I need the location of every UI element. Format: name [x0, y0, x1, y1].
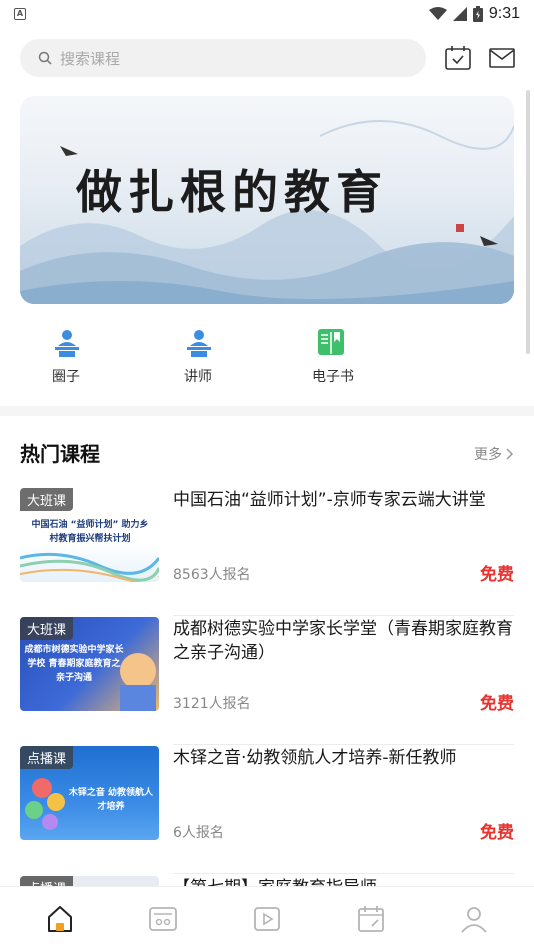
bottom-tab-bar: [0, 886, 534, 950]
course-item[interactable]: 成都市树德实验中学家长学校 青春期家庭教育之亲子沟通 大班课 成都树德实验中学家…: [20, 617, 514, 745]
tab-profile[interactable]: [444, 899, 504, 939]
more-label: 更多: [474, 447, 502, 463]
tab-video[interactable]: [237, 899, 297, 939]
course-thumbnail: 中国石油 “益师计划” 助力乡村教育振兴帮扶计划 大班课: [20, 488, 159, 582]
quick-nav: 圈子 讲师 电子书: [20, 328, 416, 386]
nav-label-ebook: 电子书: [312, 369, 354, 385]
course-title: 中国石油“益师计划”-京师专家云端大讲堂: [173, 490, 486, 510]
mail-icon[interactable]: [489, 46, 515, 70]
battery-icon: [472, 6, 483, 22]
course-title: 木铎之音·幼教领航人才培养-新任教师: [173, 748, 457, 768]
course-tag: 大班课: [20, 617, 74, 640]
course-enrolled: 8563人报名: [173, 567, 251, 583]
tab-home[interactable]: [30, 899, 90, 939]
nav-label-circle: 圈子: [52, 369, 80, 385]
user-podium-icon: [55, 330, 79, 357]
nav-item-circle[interactable]: 圈子: [20, 328, 152, 386]
calendar-check-icon[interactable]: [445, 46, 471, 70]
status-icons: 9:31: [428, 5, 520, 23]
banner-carousel[interactable]: 做扎根的教育: [20, 96, 514, 304]
course-tag: 点播课: [20, 746, 74, 769]
home-icon: [47, 905, 72, 932]
scrollbar[interactable]: [526, 90, 530, 354]
more-link[interactable]: 更多: [474, 444, 514, 464]
video-icon: [254, 906, 280, 931]
nav-item-lecturer[interactable]: 讲师: [152, 328, 284, 386]
search-icon: [38, 51, 52, 65]
row-divider: [173, 873, 514, 874]
signal-icon: [452, 7, 467, 21]
section-divider: [0, 406, 534, 416]
schedule-icon: [357, 905, 384, 932]
row-divider: [173, 615, 514, 616]
course-enrolled: 6人报名: [173, 825, 224, 841]
thumbnail-text: 中国石油 “益师计划” 助力乡村教育振兴帮扶计划: [31, 520, 149, 544]
course-price: 免费: [480, 694, 514, 714]
nav-label-lecturer: 讲师: [184, 369, 212, 385]
course-thumbnail: 成都市树德实验中学家长学校 青春期家庭教育之亲子沟通 大班课: [20, 617, 159, 711]
ebook-icon: [318, 329, 344, 355]
course-thumbnail: 木铎之音 幼教领航人才培养 点播课: [20, 746, 159, 840]
course-item[interactable]: 中国石油 “益师计划” 助力乡村教育振兴帮扶计划 大班课 中国石油“益师计划”-…: [20, 488, 514, 616]
course-price: 免费: [480, 565, 514, 585]
profile-icon: [461, 906, 487, 933]
row-divider: [173, 744, 514, 745]
teacher-podium-icon: [187, 330, 211, 357]
classroom-icon: [149, 906, 178, 931]
chevron-right-icon: [506, 448, 514, 460]
search-row: 搜索课程: [20, 38, 518, 78]
notification-icon: A: [14, 8, 26, 20]
hot-courses-title: 热门课程: [20, 442, 100, 466]
course-tag: 大班课: [20, 488, 74, 511]
banner-title: 做扎根的教育: [76, 165, 388, 219]
status-time: 9:31: [488, 5, 520, 22]
tab-schedule[interactable]: [341, 899, 401, 939]
status-bar: A 9:31: [0, 0, 534, 28]
search-input[interactable]: 搜索课程: [20, 39, 426, 77]
course-price: 免费: [480, 823, 514, 843]
nav-item-ebook[interactable]: 电子书: [284, 328, 416, 386]
tab-classroom[interactable]: [133, 899, 193, 939]
wifi-icon: [428, 7, 447, 20]
course-title: 成都树德实验中学家长学堂（青春期家庭教育之亲子沟通）: [173, 619, 513, 663]
search-placeholder: 搜索课程: [60, 49, 121, 68]
course-item[interactable]: 木铎之音 幼教领航人才培养 点播课 木铎之音·幼教领航人才培养-新任教师 6人报…: [20, 746, 514, 874]
thumbnail-text: 木铎之音 幼教领航人才培养: [68, 788, 154, 812]
course-enrolled: 3121人报名: [173, 696, 251, 712]
